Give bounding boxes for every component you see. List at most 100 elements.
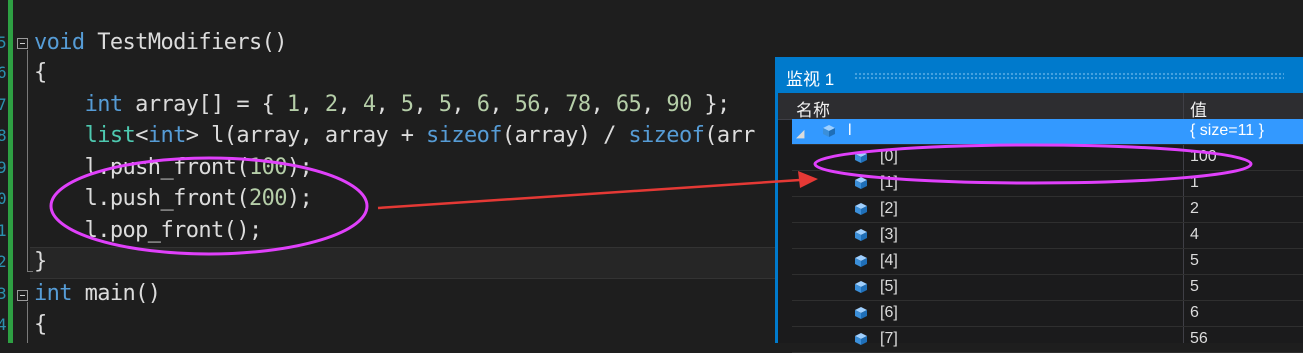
code-line[interactable]: l.pop_front(); bbox=[34, 218, 263, 243]
code-line[interactable]: int main() bbox=[34, 281, 161, 306]
code-line[interactable]: void TestModifiers() bbox=[34, 30, 288, 55]
change-indicator-bar bbox=[8, 0, 13, 343]
collapse-icon[interactable] bbox=[17, 290, 28, 301]
line-number: 3 bbox=[0, 284, 7, 303]
watch-title-bar[interactable]: 监视 1 bbox=[778, 57, 1303, 93]
code-token: , bbox=[413, 92, 439, 117]
line-number: 6 bbox=[0, 63, 7, 82]
code-token: 4 bbox=[362, 92, 376, 117]
code-token: 2 bbox=[324, 92, 338, 117]
line-number-gutter: 5 6 7 8 9 0 1 2 3 4 bbox=[0, 0, 7, 343]
watch-row-value[interactable]: 100 bbox=[1190, 148, 1217, 166]
watch-row-value[interactable]: 2 bbox=[1190, 200, 1199, 218]
code-line[interactable]: } bbox=[34, 249, 47, 274]
watch-row-value[interactable]: { size=11 } bbox=[1190, 122, 1264, 140]
watch-row-name: [0] bbox=[880, 148, 898, 165]
watch-row-name: [7] bbox=[880, 330, 898, 347]
code-token: { bbox=[34, 60, 47, 85]
title-drag-grip[interactable] bbox=[854, 72, 1284, 80]
code-token: , bbox=[641, 92, 667, 117]
code-token: { bbox=[34, 312, 47, 337]
watch-row-name: l bbox=[848, 122, 852, 139]
code-line[interactable]: { bbox=[34, 312, 47, 337]
line-number: 2 bbox=[0, 252, 7, 271]
code-token: int bbox=[34, 281, 73, 306]
watch-row-value[interactable]: 5 bbox=[1190, 252, 1199, 270]
code-token: TestModifiers() bbox=[84, 30, 287, 55]
watch-row-name: [4] bbox=[880, 252, 898, 269]
variable-icon bbox=[854, 280, 868, 294]
code-token: main() bbox=[71, 281, 161, 306]
watch-row-name: [1] bbox=[880, 174, 898, 191]
watch-row-value[interactable]: 1 bbox=[1190, 174, 1199, 192]
code-token: , bbox=[337, 92, 363, 117]
code-line[interactable]: { bbox=[34, 60, 47, 85]
code-token: 5 bbox=[438, 92, 452, 117]
code-token: , bbox=[489, 92, 515, 117]
watch-row[interactable]: [5] 5 bbox=[792, 275, 1303, 301]
code-line[interactable]: int array[] = { 1, 2, 4, 5, 5, 6, 56, 78… bbox=[34, 92, 731, 117]
watch-row[interactable]: [0] 100 bbox=[792, 145, 1303, 171]
watch-window[interactable]: 监视 1 名称 值 ◢ l { size=11 } [0] 100 [1] 1 [2] 2 [3]… bbox=[775, 57, 1303, 353]
watch-row-name: [6] bbox=[880, 304, 898, 321]
line-number: 5 bbox=[0, 33, 7, 52]
watch-row[interactable]: [3] 4 bbox=[792, 223, 1303, 249]
code-token: < bbox=[135, 123, 148, 148]
watch-row[interactable]: [6] 6 bbox=[792, 301, 1303, 327]
watch-row[interactable]: [4] 5 bbox=[792, 249, 1303, 275]
watch-row-name: [2] bbox=[880, 200, 898, 217]
code-token: ); bbox=[286, 155, 313, 180]
code-line[interactable]: list<int> l(array, array + sizeof(array)… bbox=[34, 123, 756, 148]
code-token: 65 bbox=[615, 92, 642, 117]
watch-row[interactable]: [2] 2 bbox=[792, 197, 1303, 223]
code-token: , bbox=[539, 92, 566, 117]
code-token: int bbox=[147, 123, 187, 148]
code-token: }; bbox=[691, 92, 730, 117]
line-number: 7 bbox=[0, 95, 7, 114]
code-token: 90 bbox=[666, 92, 692, 117]
watch-row-value[interactable]: 4 bbox=[1190, 226, 1199, 244]
code-token: 78 bbox=[565, 92, 591, 117]
line-number: 9 bbox=[0, 158, 7, 177]
code-token: ); bbox=[286, 186, 313, 211]
line-number: 0 bbox=[0, 189, 7, 208]
watch-row[interactable]: [1] 1 bbox=[792, 171, 1303, 197]
variable-icon bbox=[854, 176, 868, 190]
code-token: (arr bbox=[704, 123, 755, 148]
variable-icon bbox=[854, 254, 868, 268]
code-token: int bbox=[84, 92, 124, 117]
column-header-name[interactable]: 名称 bbox=[796, 96, 830, 121]
variable-icon bbox=[822, 124, 836, 138]
code-token: 6 bbox=[476, 92, 490, 117]
code-token: 200 bbox=[248, 186, 288, 211]
watch-row-name: [5] bbox=[880, 278, 898, 295]
code-token: , bbox=[375, 92, 401, 117]
code-token: sizeof bbox=[426, 123, 502, 148]
code-token: void bbox=[34, 30, 85, 55]
variable-icon bbox=[854, 150, 868, 164]
watch-row-value[interactable]: 6 bbox=[1190, 304, 1199, 322]
line-number: 4 bbox=[0, 315, 7, 334]
code-token: 5 bbox=[400, 92, 414, 117]
line-number: 1 bbox=[0, 221, 7, 240]
code-token: > l(array, array + bbox=[185, 123, 427, 148]
code-token: , bbox=[451, 92, 477, 117]
watch-row-value[interactable]: 56 bbox=[1190, 330, 1208, 348]
code-line[interactable]: l.push_front(200); bbox=[34, 186, 313, 211]
expand-toggle-icon[interactable]: ◢ bbox=[796, 127, 804, 140]
watch-row-value[interactable]: 5 bbox=[1190, 278, 1199, 296]
watch-title: 监视 1 bbox=[786, 70, 835, 89]
column-header-value[interactable]: 值 bbox=[1190, 96, 1207, 121]
variable-icon bbox=[854, 332, 868, 346]
code-line[interactable]: l.push_front(100); bbox=[34, 155, 313, 180]
current-line-highlight bbox=[30, 247, 775, 279]
fold-guide bbox=[27, 302, 28, 343]
watch-row[interactable]: ◢ l { size=11 } bbox=[792, 119, 1303, 145]
code-token: (array) / bbox=[501, 123, 629, 148]
variable-icon bbox=[854, 202, 868, 216]
code-token: } bbox=[34, 249, 47, 274]
code-token: l.push_front( bbox=[34, 155, 250, 180]
watch-row[interactable]: [7] 56 bbox=[792, 327, 1303, 353]
collapse-icon[interactable] bbox=[17, 38, 28, 49]
